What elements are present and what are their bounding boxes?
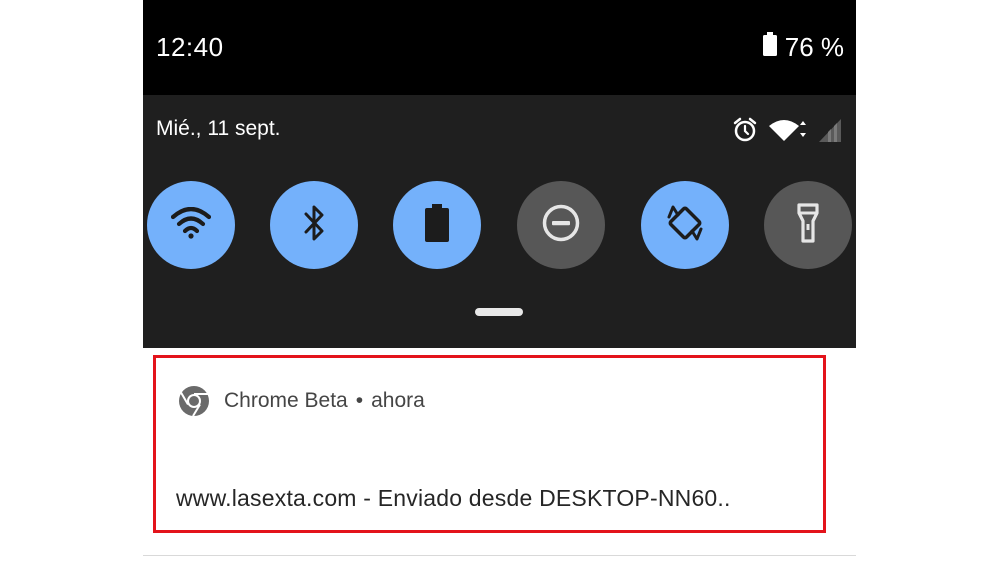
battery-status: 76 % bbox=[762, 32, 844, 63]
bluetooth-icon bbox=[303, 205, 325, 246]
wifi-tile[interactable] bbox=[147, 181, 235, 269]
app-name: Chrome Beta bbox=[224, 389, 348, 412]
separator-dot: • bbox=[355, 389, 364, 412]
do-not-disturb-tile[interactable] bbox=[517, 181, 605, 269]
status-bar: 12:40 76 % bbox=[143, 0, 856, 95]
do-not-disturb-icon bbox=[541, 203, 581, 248]
expand-handle[interactable] bbox=[475, 308, 523, 316]
wifi-icon bbox=[170, 206, 212, 244]
auto-rotate-tile[interactable] bbox=[641, 181, 729, 269]
wifi-signal-icon bbox=[768, 117, 808, 148]
date: Mié., 11 sept. bbox=[156, 117, 281, 140]
quick-tiles bbox=[147, 181, 852, 269]
battery-saver-tile[interactable] bbox=[393, 181, 481, 269]
bluetooth-tile[interactable] bbox=[270, 181, 358, 269]
notification-time: ahora bbox=[371, 389, 425, 412]
flashlight-icon bbox=[795, 202, 821, 248]
divider bbox=[143, 555, 856, 556]
chrome-icon bbox=[178, 385, 210, 417]
status-icons bbox=[732, 117, 842, 148]
quick-settings-panel: Mié., 11 sept. bbox=[143, 95, 856, 348]
notification-header: Chrome Beta • ahora bbox=[178, 385, 425, 417]
alarm-icon bbox=[732, 117, 758, 148]
chrome-notification[interactable]: Chrome Beta • ahora www.lasexta.com - En… bbox=[153, 355, 826, 533]
battery-percent: 76 % bbox=[784, 32, 844, 62]
battery-icon bbox=[762, 32, 777, 63]
clock: 12:40 bbox=[156, 32, 224, 62]
flashlight-tile[interactable] bbox=[764, 181, 852, 269]
auto-rotate-icon bbox=[665, 203, 705, 248]
notification-text: www.lasexta.com - Enviado desde DESKTOP-… bbox=[176, 485, 731, 511]
cell-signal-icon bbox=[818, 117, 842, 148]
battery-saver-icon bbox=[425, 203, 449, 247]
